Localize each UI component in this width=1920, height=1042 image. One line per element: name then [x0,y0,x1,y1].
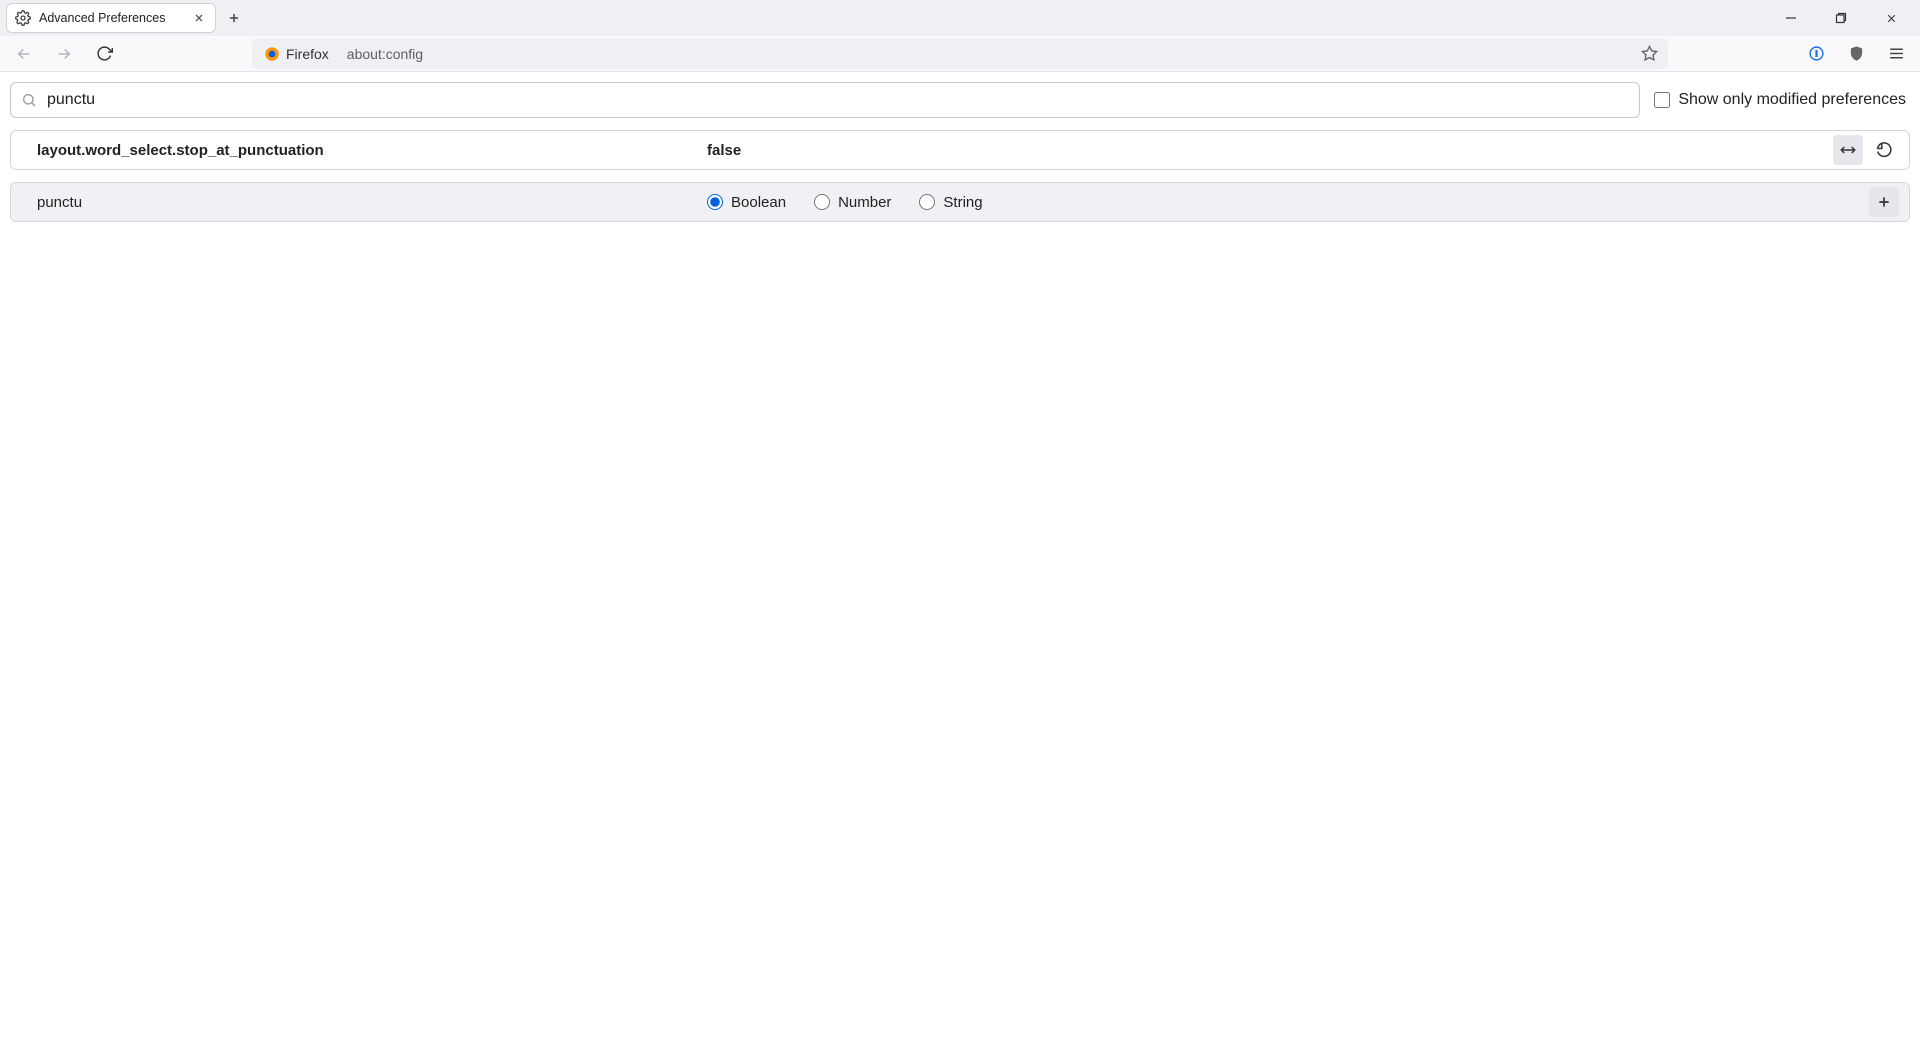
window-maximize-button[interactable] [1818,0,1864,36]
nav-toolbar: Firefox about:config [0,36,1920,72]
type-radio-boolean-input[interactable] [707,194,723,210]
show-modified-label: Show only modified preferences [1678,91,1906,109]
pref-actions [1833,135,1899,165]
add-pref-button[interactable] [1869,187,1899,217]
type-radio-number-label: Number [838,194,891,211]
window-minimize-button[interactable] [1768,0,1814,36]
tab-strip: Advanced Preferences [0,0,1920,36]
gear-icon [15,10,31,26]
reload-button[interactable] [90,40,118,68]
extension-1password-button[interactable] [1802,40,1830,68]
pref-create-actions [1869,187,1899,217]
toggle-button[interactable] [1833,135,1863,165]
show-modified-checkbox[interactable] [1654,92,1670,108]
pref-value: false [707,142,1833,159]
type-radio-boolean[interactable]: Boolean [707,194,786,211]
reset-button[interactable] [1869,135,1899,165]
search-row: Show only modified preferences [10,82,1910,118]
pref-search-input[interactable] [47,91,1629,109]
search-icon [21,92,37,108]
type-radio-boolean-label: Boolean [731,194,786,211]
tab-title: Advanced Preferences [39,11,183,25]
type-radio-string-label: String [943,194,982,211]
type-radio-string-input[interactable] [919,194,935,210]
identity-box[interactable]: Firefox [262,44,337,64]
firefox-icon [264,46,280,62]
app-menu-button[interactable] [1882,40,1910,68]
pref-list: layout.word_select.stop_at_punctuation f… [10,130,1910,222]
type-radio-group: Boolean Number String [707,194,1869,211]
identity-label: Firefox [286,46,329,62]
type-radio-number-input[interactable] [814,194,830,210]
type-radio-number[interactable]: Number [814,194,891,211]
tab-close-button[interactable] [191,10,207,26]
pref-create-type-group: Boolean Number String [707,194,1869,211]
pref-search-box[interactable] [10,82,1640,118]
browser-tab[interactable]: Advanced Preferences [6,3,216,33]
bookmark-star-button[interactable] [1641,45,1658,62]
extension-ublock-button[interactable] [1842,40,1870,68]
window-close-button[interactable] [1868,0,1914,36]
url-bar[interactable]: Firefox about:config [252,39,1668,69]
url-text: about:config [347,46,423,62]
show-modified-toggle[interactable]: Show only modified preferences [1654,91,1910,109]
pref-name: layout.word_select.stop_at_punctuation [37,142,707,159]
type-radio-string[interactable]: String [919,194,982,211]
forward-button[interactable] [50,40,78,68]
back-button[interactable] [10,40,38,68]
new-tab-button[interactable] [220,4,248,32]
pref-create-row[interactable]: punctu Boolean Number String [10,182,1910,222]
aboutconfig-content: Show only modified preferences layout.wo… [0,72,1920,232]
pref-row[interactable]: layout.word_select.stop_at_punctuation f… [10,130,1910,170]
pref-create-name: punctu [37,194,707,211]
